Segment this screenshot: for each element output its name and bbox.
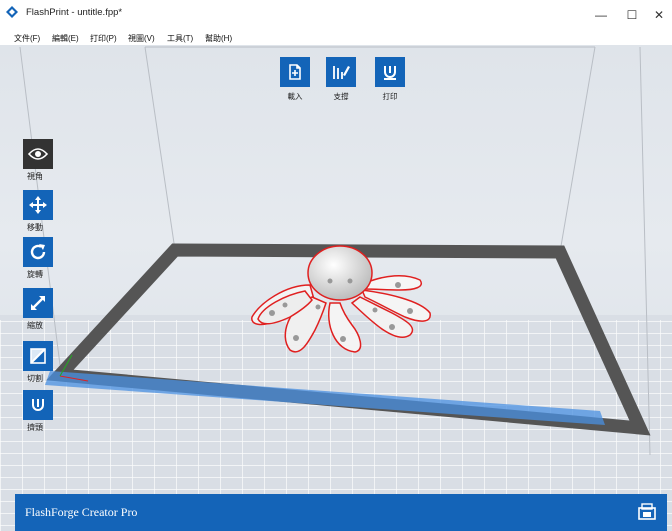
load-file-icon bbox=[280, 57, 310, 87]
scale-button[interactable]: 縮放 bbox=[23, 288, 55, 331]
menu-view[interactable]: 視圖(V) bbox=[128, 33, 155, 44]
scale-label: 縮放 bbox=[27, 321, 43, 330]
load-button[interactable]: 載入 bbox=[277, 57, 313, 102]
printer-connect-icon[interactable] bbox=[637, 502, 657, 522]
print-icon bbox=[375, 57, 405, 87]
cut-icon bbox=[23, 341, 53, 371]
printer-name: FlashForge Creator Pro bbox=[25, 505, 138, 519]
minimize-button[interactable]: — bbox=[588, 4, 614, 26]
status-bar: FlashForge Creator Pro bbox=[15, 494, 667, 531]
menu-tools[interactable]: 工具(T) bbox=[167, 33, 193, 44]
print-button[interactable]: 打印 bbox=[372, 57, 408, 102]
eye-icon bbox=[23, 139, 53, 169]
viewport-3d[interactable]: 載入 支撐 打印 視角 移動 旋轉 縮放 切割 擠頭 FlashForge Cr… bbox=[0, 45, 672, 531]
move-label: 移動 bbox=[27, 223, 43, 232]
rotate-button[interactable]: 旋轉 bbox=[23, 237, 55, 280]
supports-button[interactable]: 支撐 bbox=[323, 57, 359, 102]
load-label: 載入 bbox=[287, 92, 303, 101]
rotate-icon bbox=[23, 237, 53, 267]
cut-label: 切割 bbox=[27, 374, 43, 383]
extruder-button[interactable]: 擠頭 bbox=[23, 390, 55, 433]
extruder-icon bbox=[23, 390, 53, 420]
supports-label: 支撐 bbox=[333, 92, 349, 101]
rotate-label: 旋轉 bbox=[27, 270, 43, 279]
menu-bar: 文件(F) 編輯(E) 打印(P) 視圖(V) 工具(T) 幫助(H) bbox=[0, 31, 672, 45]
title-bar: FlashPrint - untitle.fpp* — ☐ ✕ bbox=[0, 0, 672, 31]
cut-button[interactable]: 切割 bbox=[23, 341, 55, 384]
menu-edit[interactable]: 編輯(E) bbox=[52, 33, 79, 44]
move-button[interactable]: 移動 bbox=[23, 190, 55, 233]
menu-help[interactable]: 幫助(H) bbox=[205, 33, 232, 44]
flashprint-logo-icon bbox=[6, 6, 18, 18]
supports-icon bbox=[326, 57, 356, 87]
scale-icon bbox=[23, 288, 53, 318]
print-label: 打印 bbox=[382, 92, 398, 101]
extruder-label: 擠頭 bbox=[27, 423, 43, 432]
build-volume-scene bbox=[0, 46, 672, 531]
move-icon bbox=[23, 190, 53, 220]
view-label: 視角 bbox=[27, 172, 43, 181]
menu-print[interactable]: 打印(P) bbox=[90, 33, 117, 44]
menu-file[interactable]: 文件(F) bbox=[14, 33, 40, 44]
view-button[interactable]: 視角 bbox=[23, 139, 55, 182]
close-button[interactable]: ✕ bbox=[646, 4, 672, 26]
window-title: FlashPrint - untitle.fpp* bbox=[26, 7, 123, 18]
maximize-button[interactable]: ☐ bbox=[619, 4, 645, 26]
